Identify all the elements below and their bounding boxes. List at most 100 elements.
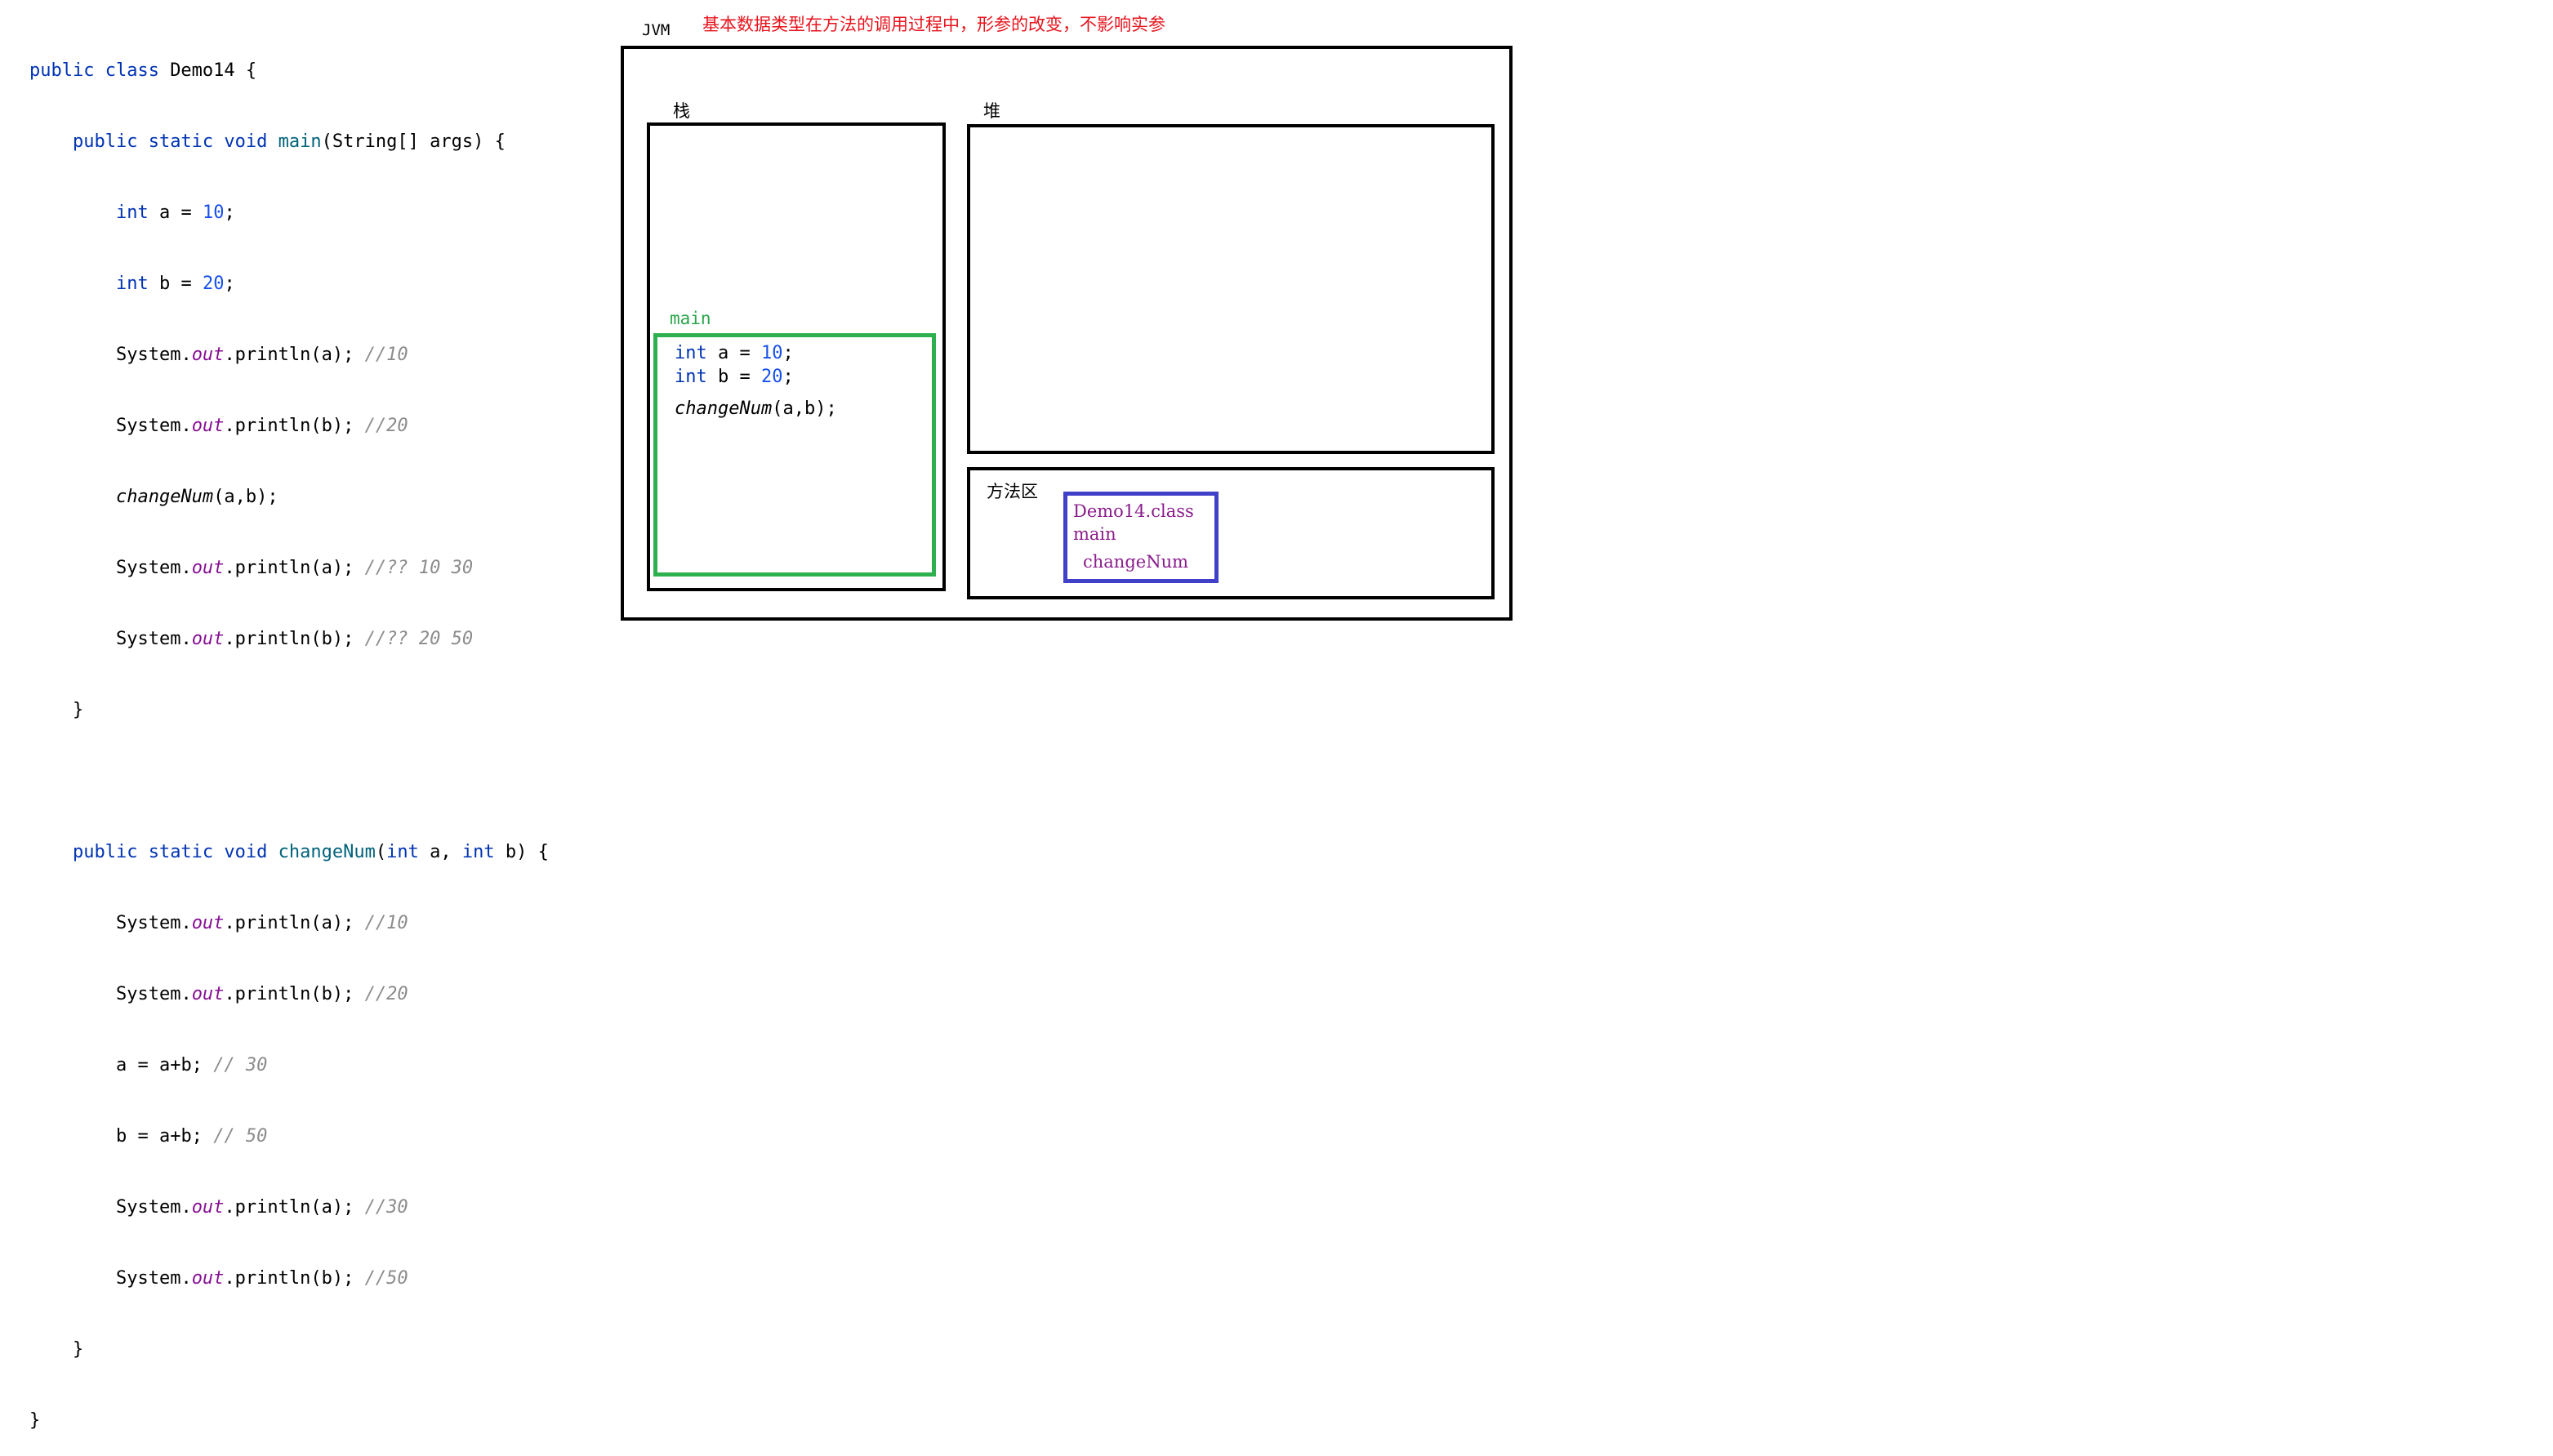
- code-text: b =: [706, 367, 761, 387]
- keyword: int: [115, 203, 149, 223]
- code-text: .println(a);: [224, 558, 365, 578]
- code-text: System.: [115, 913, 192, 933]
- code-text: }: [72, 1339, 84, 1360]
- code-text: a =: [148, 203, 203, 223]
- code-text: System.: [115, 416, 192, 436]
- class-name-label: Demo14.class: [1073, 501, 1194, 521]
- number-literal: 10: [202, 203, 225, 223]
- number-literal: 20: [202, 274, 225, 294]
- code-text: System.: [115, 984, 192, 1004]
- frame-code-line: int b = 20;: [675, 365, 837, 389]
- comment: //30: [364, 1197, 408, 1218]
- code-text: System.: [115, 1197, 192, 1218]
- code-text: a,: [418, 842, 462, 862]
- code-text: }: [72, 700, 84, 720]
- keyword: public class: [29, 60, 171, 81]
- explanation-note: 基本数据类型在方法的调用过程中，形参的改变，不影响实参: [702, 15, 1165, 34]
- comment: //50: [364, 1268, 408, 1289]
- comment: //10: [364, 913, 408, 933]
- static-field: out: [191, 345, 225, 365]
- static-field: out: [191, 913, 225, 933]
- code-text: System.: [115, 629, 192, 649]
- code-line: public static void changeNum(int a, int …: [29, 840, 585, 864]
- code-text: .println(b);: [224, 416, 365, 436]
- comment: // 30: [213, 1055, 268, 1075]
- static-field: out: [191, 984, 225, 1004]
- code-text: .println(a);: [224, 1197, 365, 1218]
- method-area: [967, 467, 1495, 599]
- code-line: System.out.println(a); //?? 10 30: [29, 556, 585, 580]
- class-method-changenum: changeNum: [1083, 552, 1189, 572]
- code-text: .println(a);: [224, 913, 365, 933]
- code-line: System.out.println(b); //?? 20 50: [29, 627, 585, 651]
- method-call: changeNum: [675, 399, 773, 419]
- code-line: System.out.println(b); //50: [29, 1267, 585, 1290]
- comment: // 50: [213, 1126, 268, 1147]
- comment: //10: [364, 345, 408, 365]
- class-name: Demo14 {: [170, 60, 257, 81]
- static-field: out: [191, 416, 225, 436]
- keyword: int: [115, 274, 149, 294]
- method-name: main: [278, 131, 322, 152]
- keyword: int: [675, 367, 707, 387]
- code-line: b = a+b; // 50: [29, 1124, 585, 1148]
- code-text: System.: [115, 345, 192, 365]
- code-line: int b = 20;: [29, 272, 585, 296]
- code-line: System.out.println(a); //10: [29, 911, 585, 935]
- code-text: ;: [224, 203, 235, 223]
- code-text: (a,b);: [772, 399, 837, 419]
- code-text: (a,b);: [213, 487, 278, 507]
- stack-label: 栈: [673, 101, 690, 121]
- number-literal: 20: [760, 367, 783, 387]
- code-text: }: [29, 1410, 41, 1431]
- code-line: }: [29, 1409, 585, 1432]
- number-literal: 10: [760, 343, 783, 363]
- code-panel: public class Demo14 { public static void…: [29, 11, 585, 1456]
- code-line: System.out.println(b); //20: [29, 982, 585, 1006]
- code-text: ;: [224, 274, 235, 294]
- code-line: System.out.println(a); //30: [29, 1196, 585, 1219]
- code-text: System.: [115, 1268, 192, 1289]
- code-line: changeNum(a,b);: [29, 485, 585, 509]
- keyword: public static void: [72, 842, 278, 862]
- code-line: }: [29, 698, 585, 722]
- code-text: System.: [115, 558, 192, 578]
- class-method-main: main: [1073, 524, 1116, 544]
- comment: //20: [364, 416, 408, 436]
- static-field: out: [191, 558, 225, 578]
- keyword: int: [386, 842, 419, 862]
- code-text: ;: [782, 367, 794, 387]
- comment: //?? 10 30: [364, 558, 474, 578]
- static-field: out: [191, 629, 225, 649]
- main-frame-label: main: [670, 309, 711, 328]
- code-text: ;: [782, 343, 794, 363]
- keyword: public static void: [72, 131, 278, 152]
- jvm-label: JVM: [642, 21, 671, 39]
- static-field: out: [191, 1268, 225, 1289]
- code-text: b) {: [494, 842, 549, 862]
- code-line: a = a+b; // 30: [29, 1053, 585, 1077]
- code-line: System.out.println(b); //20: [29, 414, 585, 438]
- main-frame-code: int a = 10; int b = 20; changeNum(a,b);: [675, 341, 837, 421]
- comment: //20: [364, 984, 408, 1004]
- heap-label: 堆: [983, 101, 1000, 121]
- keyword: int: [675, 343, 707, 363]
- code-text: .println(b);: [224, 629, 365, 649]
- frame-code-line: changeNum(a,b);: [675, 397, 837, 421]
- frame-code-line: int a = 10;: [675, 341, 837, 365]
- comment: //?? 20 50: [364, 629, 474, 649]
- code-text: (String[] args) {: [321, 131, 506, 152]
- code-text: b = a+b;: [115, 1126, 214, 1147]
- code-line: }: [29, 1338, 585, 1361]
- method-call: changeNum: [115, 487, 214, 507]
- code-text: a = a+b;: [115, 1055, 214, 1075]
- code-line: public class Demo14 {: [29, 59, 585, 82]
- code-text: .println(b);: [224, 984, 365, 1004]
- code-line: System.out.println(a); //10: [29, 343, 585, 367]
- code-text: (: [375, 842, 387, 862]
- code-text: .println(b);: [224, 1268, 365, 1289]
- code-line: public static void main(String[] args) {: [29, 130, 585, 154]
- code-text: b =: [148, 274, 203, 294]
